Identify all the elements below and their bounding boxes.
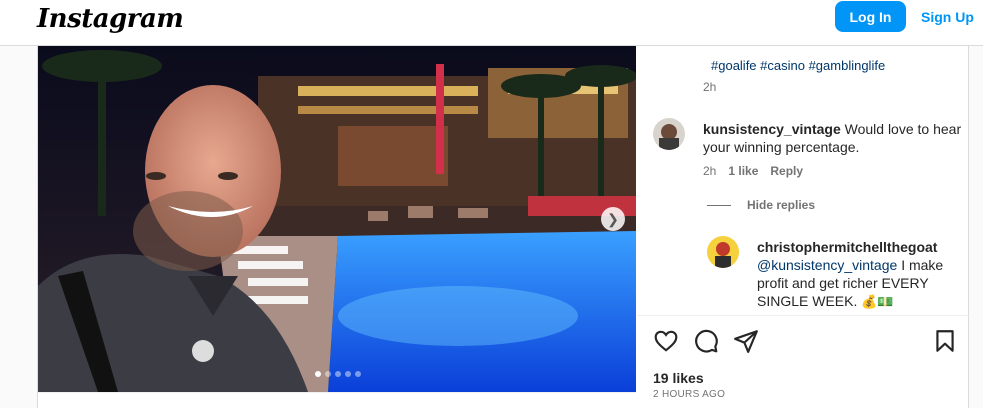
avatar[interactable] [707, 236, 739, 268]
instagram-logo[interactable]: Instagram [37, 4, 184, 34]
hide-replies-button[interactable]: Hide replies [707, 198, 815, 212]
bookmark-icon [936, 330, 954, 352]
caption-time: 2h [703, 80, 717, 94]
comments-list[interactable]: #goalife #casino #gamblinglife 2h kunsis… [637, 46, 970, 316]
carousel-indicator [315, 371, 361, 377]
comment-username[interactable]: kunsistency_vintage [703, 121, 841, 137]
signup-link[interactable]: Sign Up [921, 9, 974, 25]
reply-username[interactable]: christophermitchellthegoat [757, 238, 962, 256]
divider [707, 204, 731, 206]
hashtags-text[interactable]: #goalife #casino #gamblinglife [711, 58, 885, 73]
heart-icon [654, 330, 678, 352]
comment-body: kunsistency_vintage Would love to hear y… [703, 120, 963, 156]
likes-count[interactable]: 19 likes [653, 370, 704, 386]
reply-body: christophermitchellthegoat @kunsistency_… [757, 238, 962, 312]
post-media[interactable]: ❯ [38, 46, 636, 392]
reply-emoji: 💰💵 [861, 295, 894, 310]
reply-mention[interactable]: @kunsistency_vintage [757, 257, 897, 273]
like-button[interactable] [653, 328, 679, 354]
comment-meta: 2h 1 like Reply [703, 164, 803, 178]
hide-replies-label: Hide replies [747, 198, 816, 212]
paper-plane-icon [734, 330, 758, 353]
login-button[interactable]: Log In [835, 1, 906, 32]
media-footer-strip [38, 392, 636, 408]
save-button[interactable] [932, 328, 958, 354]
share-button[interactable] [733, 328, 759, 354]
post-sidebar: #goalife #casino #gamblinglife 2h kunsis… [637, 46, 970, 408]
carousel-dot [355, 371, 361, 377]
post-container: ❯ #goalife #casino #gamblinglife 2h kuns… [37, 46, 970, 408]
comment-likes[interactable]: 1 like [728, 164, 758, 178]
carousel-dot [325, 371, 331, 377]
top-nav-bar: Instagram Log In Sign Up [0, 0, 983, 46]
avatar[interactable] [653, 118, 685, 150]
next-slide-button[interactable]: ❯ [601, 207, 625, 231]
chevron-right-icon: ❯ [607, 210, 619, 227]
comment-time: 2h [703, 164, 717, 178]
post-timestamp[interactable]: 2 HOURS AGO [653, 389, 725, 400]
reply-link[interactable]: Reply [770, 164, 803, 178]
post-photo [38, 46, 636, 392]
post-actions [637, 328, 970, 354]
carousel-dot [345, 371, 351, 377]
carousel-dot [335, 371, 341, 377]
comment-bubble-icon [695, 329, 718, 353]
carousel-dot [315, 371, 321, 377]
comment-button[interactable] [693, 328, 719, 354]
